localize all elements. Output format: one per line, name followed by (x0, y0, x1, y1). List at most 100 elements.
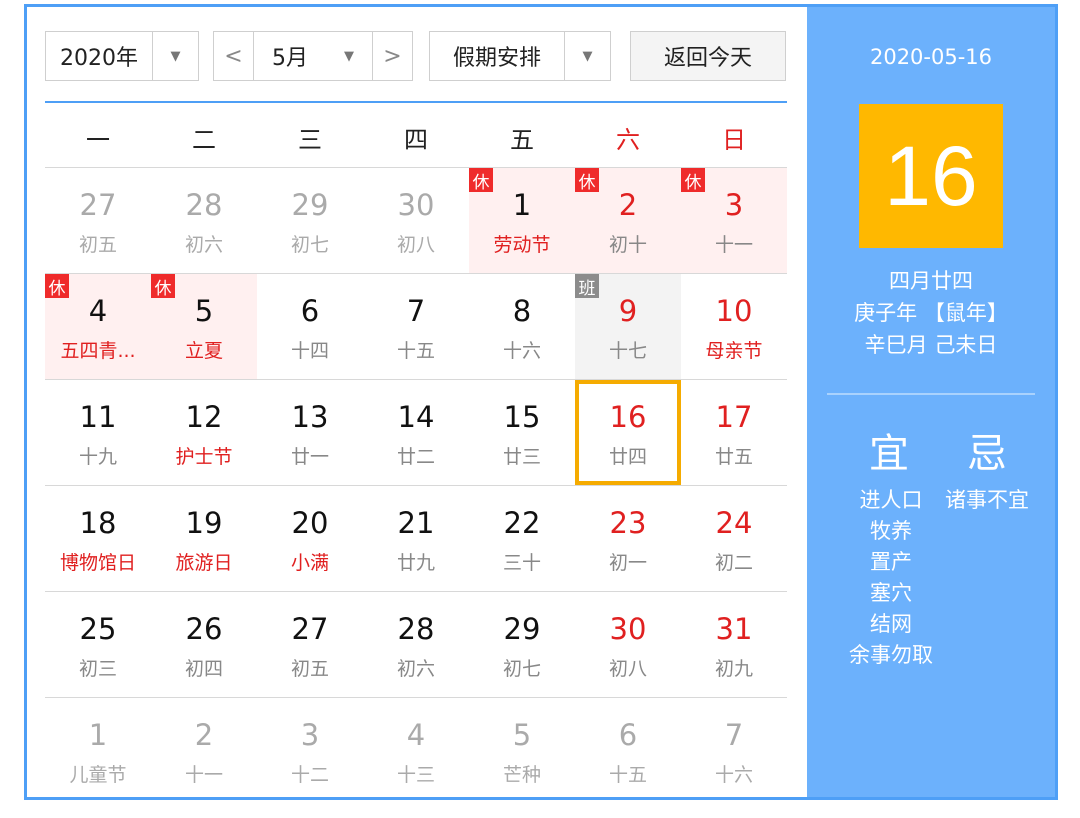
day-cell[interactable]: 27 初五 (257, 592, 363, 697)
day-cell[interactable]: 10 母亲节 (681, 274, 787, 379)
day-cell[interactable]: 7 十五 (363, 274, 469, 379)
day-cell[interactable]: 11 十九 (45, 380, 151, 485)
lunar-label: 护士节 (175, 446, 233, 468)
day-number: 10 (715, 294, 753, 328)
day-cell[interactable]: 30 初八 (575, 592, 681, 697)
day-cell[interactable]: 26 初四 (151, 592, 257, 697)
lunar-date: 四月廿四 (889, 269, 973, 293)
day-cell[interactable]: 6 十四 (257, 274, 363, 379)
day-number: 11 (79, 400, 117, 434)
weekday-label: 一 (86, 125, 110, 154)
day-cell[interactable]: 8 十六 (469, 274, 575, 379)
day-cell[interactable]: 19 旅游日 (151, 486, 257, 591)
day-cell[interactable]: 休 1 劳动节 (469, 168, 575, 273)
day-cell[interactable]: 17 廿五 (681, 380, 787, 485)
day-cell[interactable]: 24 初二 (681, 486, 787, 591)
day-cell[interactable]: 班 9 十七 (575, 274, 681, 379)
lunar-label: 旅游日 (175, 552, 233, 574)
day-number: 24 (715, 506, 753, 540)
lunar-label: 三十 (502, 552, 541, 574)
chevron-down-icon[interactable]: ▼ (564, 32, 610, 80)
day-number: 30 (609, 612, 647, 646)
big-day-number: 16 (859, 104, 1003, 248)
day-number: 26 (185, 612, 223, 646)
year-select-value: 2020年 (60, 46, 138, 71)
weekday-label: 六 (616, 125, 640, 154)
month-day-ganzhi: 辛巳月 己未日 (864, 333, 998, 357)
day-cell[interactable]: 21 廿九 (363, 486, 469, 591)
lunar-label: 十三 (396, 764, 435, 786)
day-cell[interactable]: 20 小满 (257, 486, 363, 591)
yi-list: 进人口 牧养 置产 塞穴 结网 余事勿取 (847, 485, 935, 671)
lunar-label: 初八 (608, 658, 647, 680)
day-cell[interactable]: 14 廿二 (363, 380, 469, 485)
day-cell[interactable]: 6 十五 (575, 698, 681, 803)
day-cell[interactable]: 2 十一 (151, 698, 257, 803)
back-to-today-button[interactable]: 返回今天 (630, 31, 786, 81)
lunar-label: 十一 (714, 234, 753, 256)
chevron-down-icon[interactable]: ▼ (152, 32, 198, 80)
day-cell[interactable]: 18 博物馆日 (45, 486, 151, 591)
day-cell-selected[interactable]: 16 廿四 (575, 380, 681, 485)
holiday-select-value: 假期安排 (452, 46, 541, 71)
day-cell[interactable]: 休 3 十一 (681, 168, 787, 273)
lunar-label: 十五 (608, 764, 647, 786)
day-number: 4 (88, 294, 108, 328)
day-number: 7 (406, 294, 426, 328)
lunar-label: 初九 (714, 658, 753, 680)
day-cell[interactable]: 1 儿童节 (45, 698, 151, 803)
lunar-label: 初一 (608, 552, 647, 574)
month-select[interactable]: < 5月 ▼ > (213, 31, 413, 81)
day-cell[interactable]: 31 初九 (681, 592, 787, 697)
day-cell[interactable]: 22 三十 (469, 486, 575, 591)
next-month-button[interactable]: > (372, 32, 412, 80)
day-number: 16 (609, 400, 647, 434)
day-cell[interactable]: 15 廿三 (469, 380, 575, 485)
day-cell[interactable]: 30 初八 (363, 168, 469, 273)
calendar-week-row: 1 儿童节 2 十一 3 十二 4 十三 5 芒种 6 十五 7 十六 (45, 697, 787, 803)
day-cell[interactable]: 休 4 五四青... (45, 274, 151, 379)
day-number: 9 (618, 294, 638, 328)
day-number: 5 (194, 294, 214, 328)
day-number: 14 (397, 400, 435, 434)
lunar-label: 儿童节 (69, 764, 127, 786)
lunar-label: 廿二 (396, 446, 435, 468)
day-cell[interactable]: 23 初一 (575, 486, 681, 591)
holiday-select[interactable]: 假期安排 ▼ (429, 31, 611, 81)
lunar-label: 初七 (290, 234, 329, 256)
day-number: 1 (88, 718, 108, 752)
day-cell[interactable]: 休 5 立夏 (151, 274, 257, 379)
day-cell[interactable]: 5 芒种 (469, 698, 575, 803)
lunar-label: 十四 (290, 340, 329, 362)
day-number: 27 (79, 188, 117, 222)
lunar-label: 廿九 (396, 552, 435, 574)
day-cell[interactable]: 27 初五 (45, 168, 151, 273)
day-cell[interactable]: 29 初七 (469, 592, 575, 697)
day-cell[interactable]: 13 廿一 (257, 380, 363, 485)
day-cell[interactable]: 28 初六 (363, 592, 469, 697)
day-number: 13 (291, 400, 329, 434)
day-cell[interactable]: 7 十六 (681, 698, 787, 803)
day-number: 2 (194, 718, 214, 752)
day-cell[interactable]: 28 初六 (151, 168, 257, 273)
calendar-week-row: 25 初三 26 初四 27 初五 28 初六 29 初七 30 初八 31 初九 (45, 591, 787, 697)
day-number: 7 (724, 718, 744, 752)
day-cell[interactable]: 12 护士节 (151, 380, 257, 485)
yi-item: 牧养 (870, 519, 912, 543)
lunar-label: 初四 (184, 658, 223, 680)
day-cell[interactable]: 25 初三 (45, 592, 151, 697)
day-number: 18 (79, 506, 117, 540)
chevron-down-icon[interactable]: ▼ (326, 32, 372, 80)
day-cell[interactable]: 29 初七 (257, 168, 363, 273)
day-cell[interactable]: 休 2 初十 (575, 168, 681, 273)
day-number: 3 (300, 718, 320, 752)
calendar-week-row: 11 十九 12 护士节 13 廿一 14 廿二 15 廿三 16 廿四 17 廿五 (45, 379, 787, 485)
prev-month-button[interactable]: < (214, 32, 254, 80)
day-number: 28 (397, 612, 435, 646)
day-cell[interactable]: 4 十三 (363, 698, 469, 803)
year-select[interactable]: 2020年 ▼ (45, 31, 199, 81)
day-cell[interactable]: 3 十二 (257, 698, 363, 803)
lunar-label: 廿三 (502, 446, 541, 468)
yi-item: 塞穴 (870, 581, 912, 605)
lunar-label: 十五 (396, 340, 435, 362)
